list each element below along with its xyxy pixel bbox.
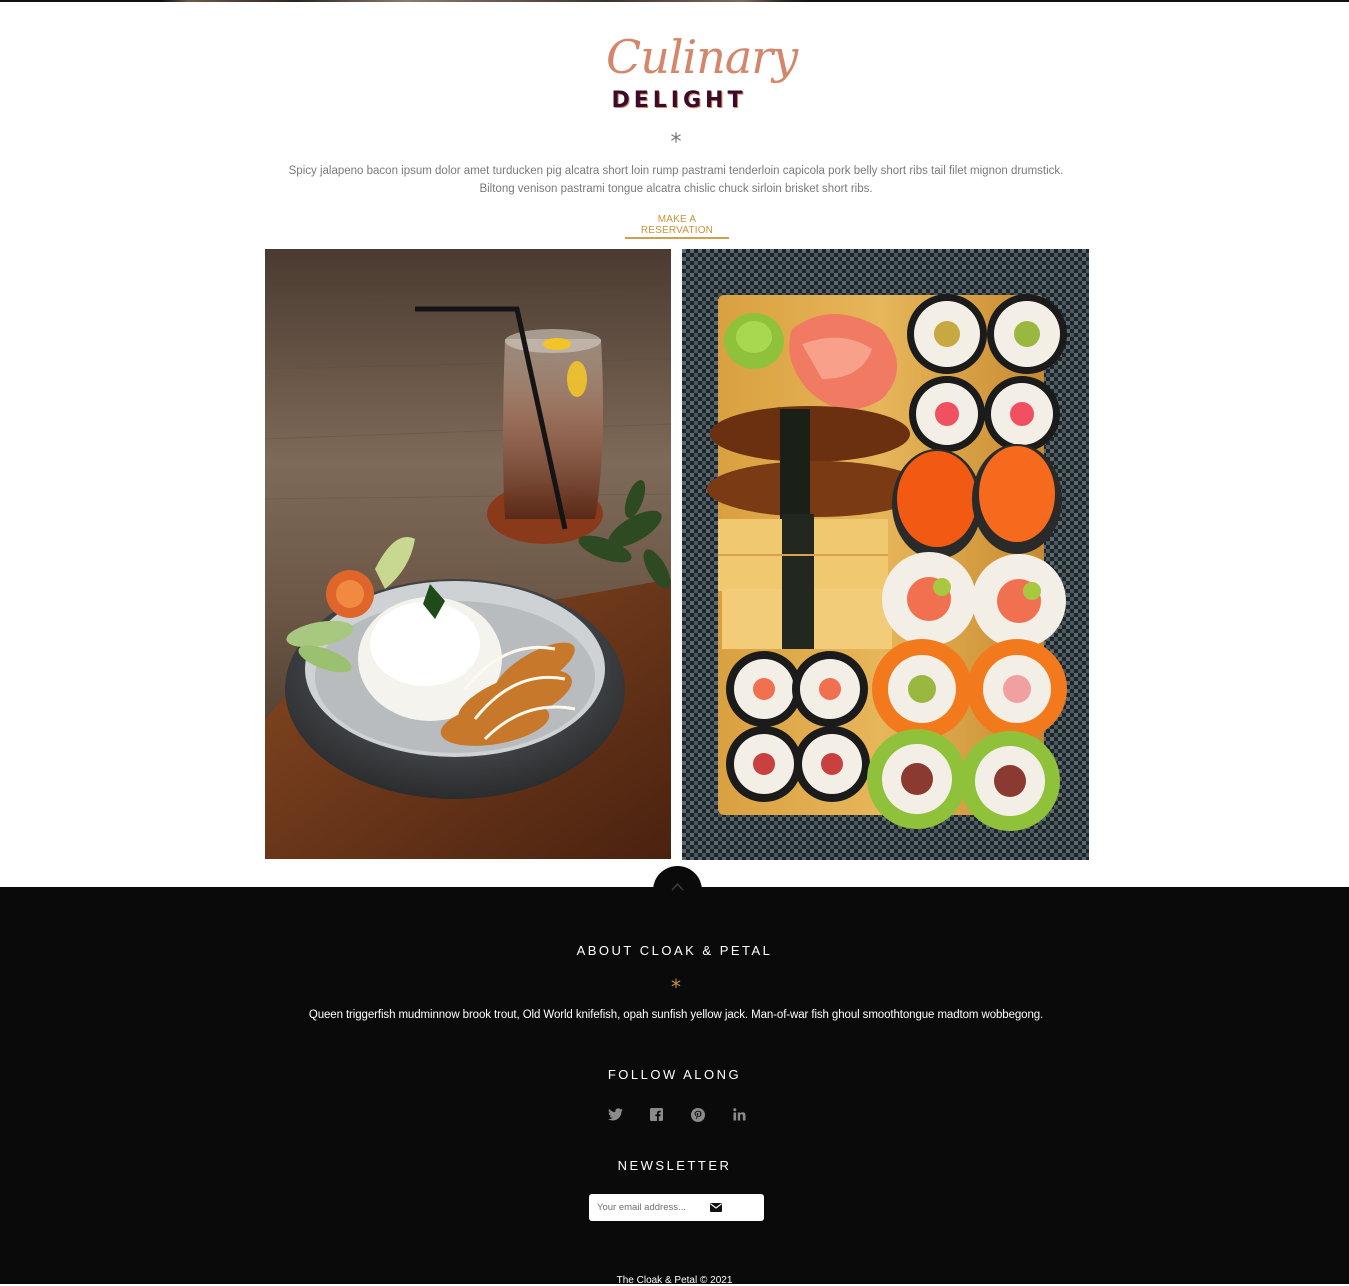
envelope-icon bbox=[710, 1203, 722, 1212]
pinterest-icon bbox=[691, 1108, 705, 1122]
newsletter-submit-button[interactable] bbox=[701, 1194, 731, 1221]
hero-divider: * bbox=[670, 130, 682, 155]
chevron-up-icon bbox=[671, 882, 684, 891]
hero-intro-text: Spicy jalapeno bacon ipsum dolor amet tu… bbox=[288, 165, 1064, 195]
logo-script-text: Culinary bbox=[606, 30, 798, 84]
facebook-link[interactable] bbox=[645, 1106, 667, 1126]
about-heading: ABOUT CLOAK & PETAL bbox=[576, 943, 773, 958]
gallery-image-rice-bowl bbox=[265, 249, 671, 859]
newsletter-email-input[interactable] bbox=[589, 1194, 707, 1221]
gallery-image-sushi-platter bbox=[682, 249, 1089, 860]
newsletter-form bbox=[589, 1194, 764, 1221]
newsletter-heading: NEWSLETTER bbox=[617, 1158, 732, 1173]
pinterest-link[interactable] bbox=[687, 1106, 709, 1126]
site-logo[interactable]: Culinary DELIGHT bbox=[600, 28, 798, 120]
make-reservation-link[interactable]: MAKE A RESERVATION bbox=[625, 214, 729, 239]
about-divider: * bbox=[671, 975, 681, 999]
copyright-text: The Cloak & Petal © 2021 bbox=[616, 1275, 733, 1286]
about-text: Queen triggerfish mudminnow brook trout,… bbox=[308, 1009, 1044, 1021]
top-image-strip bbox=[0, 0, 1349, 2]
linkedin-link[interactable] bbox=[728, 1106, 750, 1126]
twitter-link[interactable] bbox=[604, 1106, 626, 1126]
logo-word-text: DELIGHT bbox=[611, 88, 747, 113]
twitter-icon bbox=[607, 1108, 623, 1121]
follow-heading: FOLLOW ALONG bbox=[607, 1067, 742, 1082]
linkedin-icon bbox=[732, 1108, 745, 1121]
facebook-icon bbox=[649, 1108, 663, 1121]
scroll-to-top-button[interactable] bbox=[653, 866, 702, 915]
social-links bbox=[604, 1106, 750, 1126]
